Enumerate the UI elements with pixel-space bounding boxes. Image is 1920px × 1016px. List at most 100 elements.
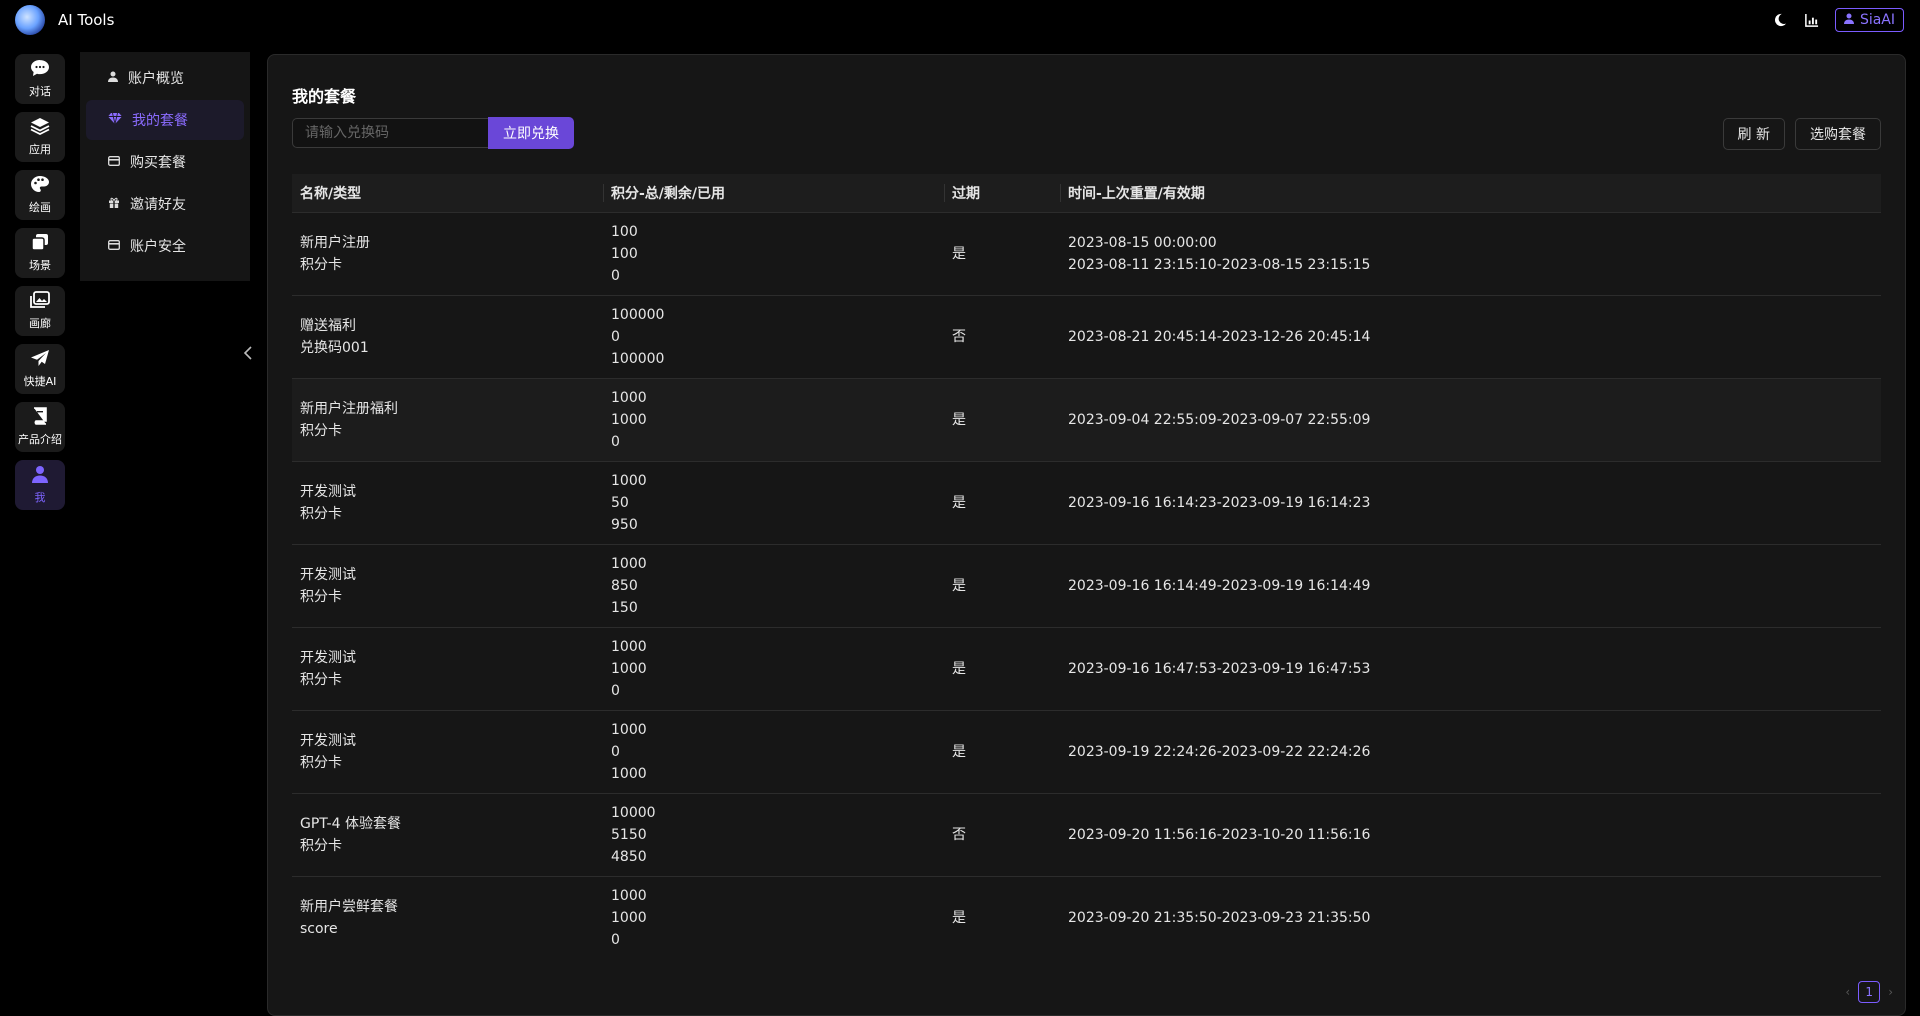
- rail-item-chat[interactable]: 对话: [15, 54, 65, 104]
- gift-icon: [108, 196, 120, 212]
- rail-label: 绘画: [29, 201, 51, 214]
- points-total: 1000: [611, 556, 647, 572]
- rail-item-product[interactable]: 产品介绍: [15, 402, 65, 452]
- points-cell: 1000 0 1000: [603, 710, 944, 794]
- rail-label: 快捷AI: [23, 375, 57, 388]
- expired-cell: 是: [944, 876, 1060, 959]
- plan-name: 新用户尝鲜套餐: [300, 899, 398, 915]
- table-header-row: 名称/类型 积分-总/剩余/已用 过期 时间-上次重置/有效期: [292, 174, 1881, 213]
- points-total: 10000: [611, 805, 656, 821]
- table-row: 开发测试积分卡 1000 50 950 是 2023-09-16 16:14:23-…: [292, 461, 1881, 545]
- plan-name-cell: 新用户注册 积分卡: [292, 212, 603, 296]
- plan-name: 开发测试: [300, 484, 356, 500]
- plan-type: 积分卡: [300, 506, 342, 522]
- submenu-item-security[interactable]: 账户安全: [86, 226, 244, 266]
- plan-type: 积分卡: [300, 423, 342, 439]
- valid-period: 2023-09-19 22:24:26-2023-09-22 22:24:26: [1068, 744, 1371, 760]
- column-header: 积分-总/剩余/已用: [603, 174, 944, 213]
- gallery-icon: [30, 291, 50, 313]
- valid-period: 2023-08-11 23:15:10-2023-08-15 23:15:15: [1068, 257, 1371, 273]
- points-cell: 100 100 0: [603, 212, 944, 296]
- select-plan-button[interactable]: 选购套餐: [1795, 118, 1881, 150]
- points-cell: 1000 850 150: [603, 544, 944, 628]
- next-page-icon[interactable]: ›: [1888, 985, 1893, 999]
- refresh-button[interactable]: 刷 新: [1722, 118, 1785, 150]
- points-cell: 1000 1000 0: [603, 627, 944, 711]
- plan-type: score: [300, 921, 338, 937]
- points-used: 0: [611, 268, 620, 284]
- valid-period: 2023-08-21 20:45:14-2023-12-26 20:45:14: [1068, 329, 1371, 345]
- rail-item-gallery[interactable]: 画廊: [15, 286, 65, 336]
- valid-period: 2023-09-16 16:14:49-2023-09-19 16:14:49: [1068, 578, 1371, 594]
- submenu-label: 我的套餐: [132, 113, 188, 129]
- time-cell: 2023-09-16 16:47:53-2023-09-19 16:47:53: [1060, 627, 1881, 711]
- user-menu-button[interactable]: SiaAI: [1834, 8, 1904, 32]
- plan-type: 积分卡: [300, 755, 342, 771]
- submenu-item-overview[interactable]: 账户概览: [86, 58, 244, 98]
- layers-icon: [30, 117, 50, 139]
- valid-period: 2023-09-04 22:55:09-2023-09-07 22:55:09: [1068, 412, 1371, 428]
- time-cell: 2023-09-16 16:14:23-2023-09-19 16:14:23: [1060, 461, 1881, 545]
- submenu-item-buy[interactable]: 购买套餐: [86, 142, 244, 182]
- plan-name: 新用户注册: [300, 235, 370, 251]
- plan-name-cell: 开发测试 积分卡: [292, 627, 603, 711]
- chat-icon: [30, 59, 50, 81]
- points-used: 100000: [611, 351, 665, 367]
- rail-label: 场景: [29, 259, 51, 272]
- plan-name-cell: 赠送福利 兑换码001: [292, 295, 603, 379]
- expired-cell: 是: [944, 627, 1060, 711]
- points-used: 0: [611, 434, 620, 450]
- pagination: ‹ 1 ›: [1845, 981, 1893, 1003]
- plan-name: 开发测试: [300, 650, 356, 666]
- page-number[interactable]: 1: [1858, 981, 1881, 1003]
- prev-page-icon[interactable]: ‹: [1845, 985, 1850, 999]
- submenu-item-my-plans[interactable]: 我的套餐: [86, 100, 244, 140]
- table-row: 新用户注册 积分卡 100 100 0 是 2023-08-15 00:00:00 20…: [292, 212, 1881, 296]
- expired-cell: 否: [944, 295, 1060, 379]
- valid-period: 2023-09-20 21:35:50-2023-09-23 21:35:50: [1068, 910, 1371, 926]
- user-icon: [1843, 12, 1854, 28]
- column-header: 过期: [944, 174, 1060, 213]
- redeem-button[interactable]: 立即兑换: [488, 117, 574, 149]
- points-remain: 100: [611, 246, 638, 262]
- points-used: 950: [611, 517, 638, 533]
- diamond-icon: [108, 112, 122, 128]
- user-icon: [108, 70, 118, 86]
- points-used: 0: [611, 683, 620, 699]
- rail-item-apps[interactable]: 应用: [15, 112, 65, 162]
- plan-type: 积分卡: [300, 589, 342, 605]
- plan-name-cell: 开发测试 积分卡: [292, 544, 603, 628]
- card-icon: [108, 154, 120, 170]
- expired-cell: 否: [944, 793, 1060, 877]
- chart-icon[interactable]: [1803, 11, 1821, 29]
- rail-item-scenes[interactable]: 场景: [15, 228, 65, 278]
- plan-name-cell: 开发测试 积分卡: [292, 461, 603, 545]
- points-remain: 1000: [611, 412, 647, 428]
- table-row: GPT-4 体验套餐 积分卡 10000 5150 4850 否 2023-09-20…: [292, 793, 1881, 877]
- time-cell: 2023-09-04 22:55:09-2023-09-07 22:55:09: [1060, 378, 1881, 462]
- collapse-sidebar-icon[interactable]: [243, 345, 253, 365]
- points-remain: 50: [611, 495, 629, 511]
- points-total: 1000: [611, 473, 647, 489]
- rail-item-draw[interactable]: 绘画: [15, 170, 65, 220]
- table-row: 开发测试 积分卡 1000 850 150 是 2023-09-16 16:14:49…: [292, 544, 1881, 628]
- moon-icon[interactable]: [1771, 11, 1789, 29]
- top-actions: SiaAI: [1771, 8, 1904, 32]
- redeem-code-input[interactable]: [292, 118, 488, 148]
- valid-period: 2023-09-16 16:14:23-2023-09-19 16:14:23: [1068, 495, 1371, 511]
- submenu-item-invite[interactable]: 邀请好友: [86, 184, 244, 224]
- points-total: 1000: [611, 639, 647, 655]
- app-logo[interactable]: [15, 5, 45, 35]
- table-row: 新用户注册福利 积分卡 1000 1000 0 是 2023-09-04 22:55:…: [292, 378, 1881, 462]
- expired-cell: 是: [944, 212, 1060, 296]
- submenu-label: 邀请好友: [130, 197, 186, 213]
- plan-name-cell: GPT-4 体验套餐 积分卡: [292, 793, 603, 877]
- rail-item-me[interactable]: 我: [15, 460, 65, 510]
- rail-item-quick-ai[interactable]: 快捷AI: [15, 344, 65, 394]
- points-cell: 1000 1000 0: [603, 378, 944, 462]
- rail-label: 对话: [29, 85, 51, 98]
- expired-cell: 是: [944, 461, 1060, 545]
- plan-name-cell: 新用户注册福利 积分卡: [292, 378, 603, 462]
- points-cell: 1000 50 950: [603, 461, 944, 545]
- expired-cell: 是: [944, 378, 1060, 462]
